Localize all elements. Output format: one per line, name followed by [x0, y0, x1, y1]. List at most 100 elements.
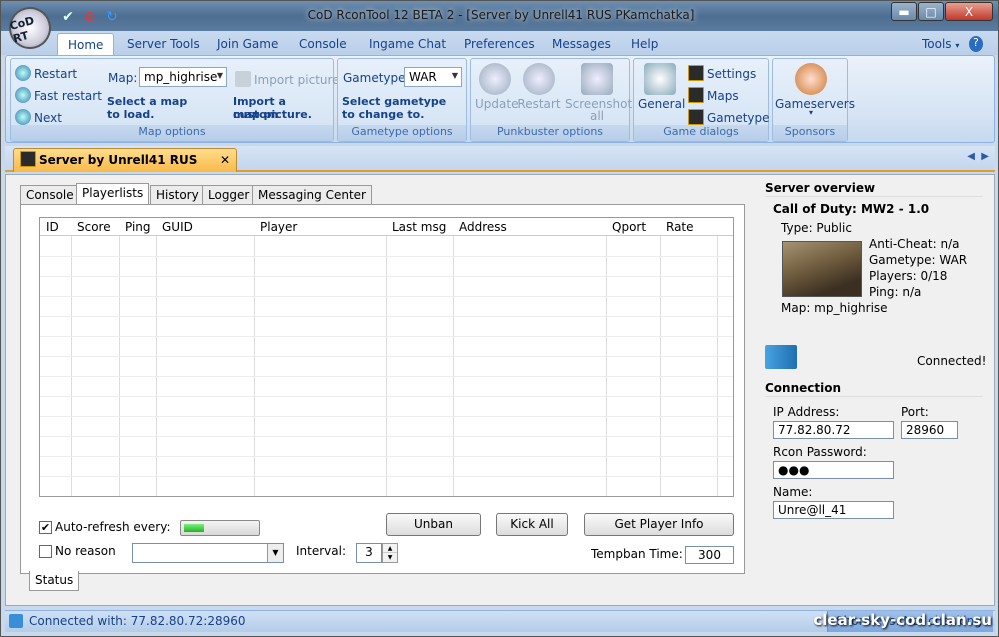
- check-icon[interactable]: ✔: [59, 8, 77, 26]
- col-guid[interactable]: GUID: [156, 220, 193, 234]
- tab-help[interactable]: Help: [621, 33, 668, 55]
- tab-join-game[interactable]: Join Game: [207, 33, 288, 55]
- gametype-hint-line2: to change to.: [342, 108, 425, 121]
- no-reason-label: No reason: [55, 544, 116, 558]
- chevron-up-icon[interactable]: ▲: [383, 544, 397, 553]
- tab-console-inner[interactable]: Console: [20, 185, 80, 205]
- server-document-tab[interactable]: Server by Unrell41 RUS PKa... ✕: [13, 148, 237, 189]
- no-reason-checkbox[interactable]: [39, 545, 52, 558]
- pb-update-button[interactable]: Update: [475, 63, 519, 111]
- interval-input[interactable]: 3: [356, 543, 382, 563]
- map-select[interactable]: mp_highrise ▼: [139, 67, 227, 87]
- refresh-icon[interactable]: ↻: [103, 8, 121, 26]
- sponsors-label: Sponsors: [773, 125, 847, 141]
- name-input[interactable]: Unre@ll_41: [773, 501, 894, 519]
- overview-gametype: Gametype: WAR: [869, 253, 968, 267]
- tools-menu[interactable]: Tools ▾: [922, 33, 959, 55]
- tempban-input[interactable]: 300: [685, 546, 734, 564]
- settings-button[interactable]: Settings: [688, 65, 756, 81]
- grid-divider: [71, 236, 72, 496]
- reason-select[interactable]: ▼: [132, 543, 284, 563]
- scroll-left-icon[interactable]: ◀: [967, 151, 975, 162]
- fast-restart-button[interactable]: Fast restart: [15, 87, 102, 103]
- pb-restart-button[interactable]: Restart: [517, 63, 561, 111]
- gametype-dialog-button[interactable]: Gametype: [688, 109, 770, 125]
- col-qport[interactable]: Qport: [606, 220, 646, 234]
- grid-divider: [717, 236, 718, 496]
- connection-status: Connected!: [917, 354, 987, 368]
- restart-label: Restart: [34, 67, 78, 81]
- port-input[interactable]: 28960: [901, 421, 958, 439]
- tab-history[interactable]: History: [150, 185, 205, 205]
- unban-button[interactable]: Unban: [386, 513, 481, 536]
- get-player-info-button[interactable]: Get Player Info: [584, 513, 734, 536]
- kick-all-button[interactable]: Kick All: [496, 513, 568, 536]
- minimize-button[interactable]: ▬: [891, 2, 917, 21]
- restart-button[interactable]: Restart: [15, 65, 77, 81]
- col-id[interactable]: ID: [40, 220, 59, 234]
- import-picture-button[interactable]: Import picture: [235, 71, 340, 87]
- interval-label: Interval:: [296, 544, 346, 558]
- tab-preferences[interactable]: Preferences: [454, 33, 545, 55]
- restart-icon: [523, 63, 555, 95]
- tab-messages[interactable]: Messages: [542, 33, 621, 55]
- map-options-group: Restart Fast restart Next Map: mp_highri…: [10, 58, 340, 142]
- gametype-select[interactable]: WAR ▼: [404, 67, 462, 87]
- grid-row-line: [40, 376, 733, 377]
- stop-icon[interactable]: ⊘: [81, 8, 99, 26]
- sponsors-group: Gameservers ▾ Sponsors: [772, 58, 855, 142]
- col-player[interactable]: Player: [254, 220, 297, 234]
- close-button[interactable]: X: [945, 2, 993, 21]
- grid-row-line: [40, 356, 733, 357]
- chevron-down-icon: ▼: [216, 71, 223, 80]
- server-type: Type: Public: [781, 221, 852, 235]
- rcon-password-input[interactable]: ●●●: [773, 461, 894, 479]
- game-name: Call of Duty: MW2 - 1.0: [773, 202, 930, 216]
- players-count: Players: 0/18: [869, 269, 948, 283]
- col-last-msg[interactable]: Last msg: [386, 220, 446, 234]
- tab-home[interactable]: Home: [57, 33, 115, 55]
- pb-screenshot-button[interactable]: Screenshot all: [565, 63, 632, 123]
- current-map: Map: mp_highrise: [781, 301, 888, 315]
- next-button[interactable]: Next: [15, 109, 62, 125]
- general-label: General: [638, 97, 686, 111]
- pb-screenshot-label-2: all: [589, 109, 605, 123]
- general-button[interactable]: General: [638, 63, 686, 111]
- watermark-text: clear-sky-cod.clan.su: [813, 611, 992, 629]
- port-label: Port:: [901, 405, 929, 419]
- pb-update-label: Update: [475, 97, 519, 111]
- col-address[interactable]: Address: [453, 220, 507, 234]
- gameservers-button[interactable]: Gameservers ▾: [775, 63, 855, 117]
- auto-refresh-checkbox[interactable]: ✔: [39, 521, 52, 534]
- chevron-down-icon[interactable]: ▼: [267, 544, 283, 562]
- tab-status[interactable]: Status: [29, 571, 80, 591]
- maps-button[interactable]: Maps: [688, 87, 739, 103]
- interval-stepper[interactable]: ▲ ▼: [382, 543, 398, 563]
- close-icon[interactable]: ✕: [220, 149, 230, 171]
- col-ping[interactable]: Ping: [119, 220, 151, 234]
- help-icon[interactable]: ?: [969, 36, 983, 52]
- tab-server-tools[interactable]: Server Tools: [117, 33, 210, 55]
- picture-icon: [235, 71, 251, 87]
- gametype-label: Gametype:: [343, 71, 410, 85]
- tab-messaging-center[interactable]: Messaging Center: [252, 185, 372, 205]
- col-rate[interactable]: Rate: [660, 220, 694, 234]
- tab-playerlists[interactable]: Playerlists: [76, 183, 150, 205]
- handshake-icon: [795, 63, 827, 95]
- players-grid[interactable]: ID Score Ping GUID Player Last msg Addre…: [39, 217, 734, 497]
- maximize-button[interactable]: □: [918, 2, 944, 21]
- map-hint-line1: Select a map: [107, 95, 188, 108]
- tab-console[interactable]: Console: [289, 33, 357, 55]
- ribbon: Restart Fast restart Next Map: mp_highri…: [5, 55, 995, 143]
- game-dialogs-group: General Settings Maps Gametype Game dial…: [633, 58, 770, 142]
- scroll-right-icon[interactable]: ▶: [981, 151, 989, 162]
- ip-address-input[interactable]: 77.82.80.72: [773, 421, 894, 439]
- fast-restart-label: Fast restart: [34, 89, 102, 103]
- chevron-down-icon: ▼: [451, 71, 458, 80]
- tab-ingame-chat[interactable]: Ingame Chat: [359, 33, 456, 55]
- tab-logger[interactable]: Logger: [202, 185, 256, 205]
- col-score[interactable]: Score: [71, 220, 111, 234]
- chevron-down-icon[interactable]: ▼: [383, 553, 397, 562]
- map-label: Map:: [108, 71, 138, 85]
- anti-cheat: Anti-Cheat: n/a: [869, 237, 960, 251]
